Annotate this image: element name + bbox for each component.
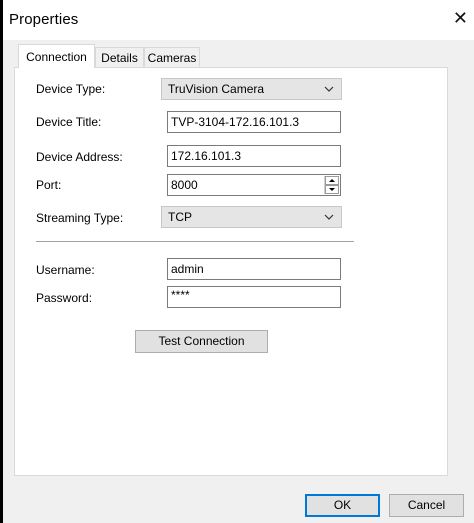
device-title-value: TVP-3104-172.16.101.3	[171, 115, 300, 129]
device-type-select[interactable]: TruVision Camera	[161, 78, 342, 100]
device-address-value: 172.16.101.3	[171, 149, 242, 163]
spin-down-icon[interactable]	[325, 185, 339, 194]
port-label: Port:	[36, 178, 62, 192]
test-connection-button[interactable]: Test Connection	[135, 330, 268, 353]
username-value: admin	[171, 262, 204, 276]
spin-up-icon[interactable]	[325, 176, 339, 185]
streaming-type-value: TCP	[168, 210, 192, 224]
password-label: Password:	[36, 291, 93, 305]
section-divider	[36, 241, 354, 243]
ok-button[interactable]: OK	[305, 494, 380, 517]
chevron-down-icon	[324, 86, 334, 92]
username-label: Username:	[36, 263, 95, 277]
streaming-type-select[interactable]: TCP	[161, 206, 342, 228]
window-title: Properties	[9, 11, 79, 28]
streaming-type-label: Streaming Type:	[36, 211, 124, 225]
tab-details[interactable]: Details	[95, 47, 144, 67]
port-stepper[interactable]: 8000	[167, 174, 341, 196]
device-type-label: Device Type:	[36, 82, 106, 96]
close-icon[interactable]: ✕	[453, 9, 468, 27]
username-field[interactable]: admin	[167, 258, 341, 280]
window-left-border	[0, 0, 3, 523]
device-address-field[interactable]: 172.16.101.3	[167, 145, 341, 167]
tab-cameras[interactable]: Cameras	[144, 47, 200, 67]
title-bar: Properties ✕	[3, 0, 474, 40]
device-type-value: TruVision Camera	[168, 82, 265, 96]
cancel-button[interactable]: Cancel	[389, 494, 464, 517]
device-title-label: Device Title:	[36, 115, 102, 129]
password-value: ****	[171, 288, 190, 302]
port-value: 8000	[171, 178, 198, 192]
device-title-field[interactable]: TVP-3104-172.16.101.3	[167, 111, 341, 133]
password-field[interactable]: ****	[167, 286, 341, 308]
device-address-label: Device Address:	[36, 150, 123, 164]
tab-connection[interactable]: Connection	[18, 44, 95, 68]
port-spin-buttons	[324, 176, 339, 194]
chevron-down-icon	[324, 214, 334, 220]
